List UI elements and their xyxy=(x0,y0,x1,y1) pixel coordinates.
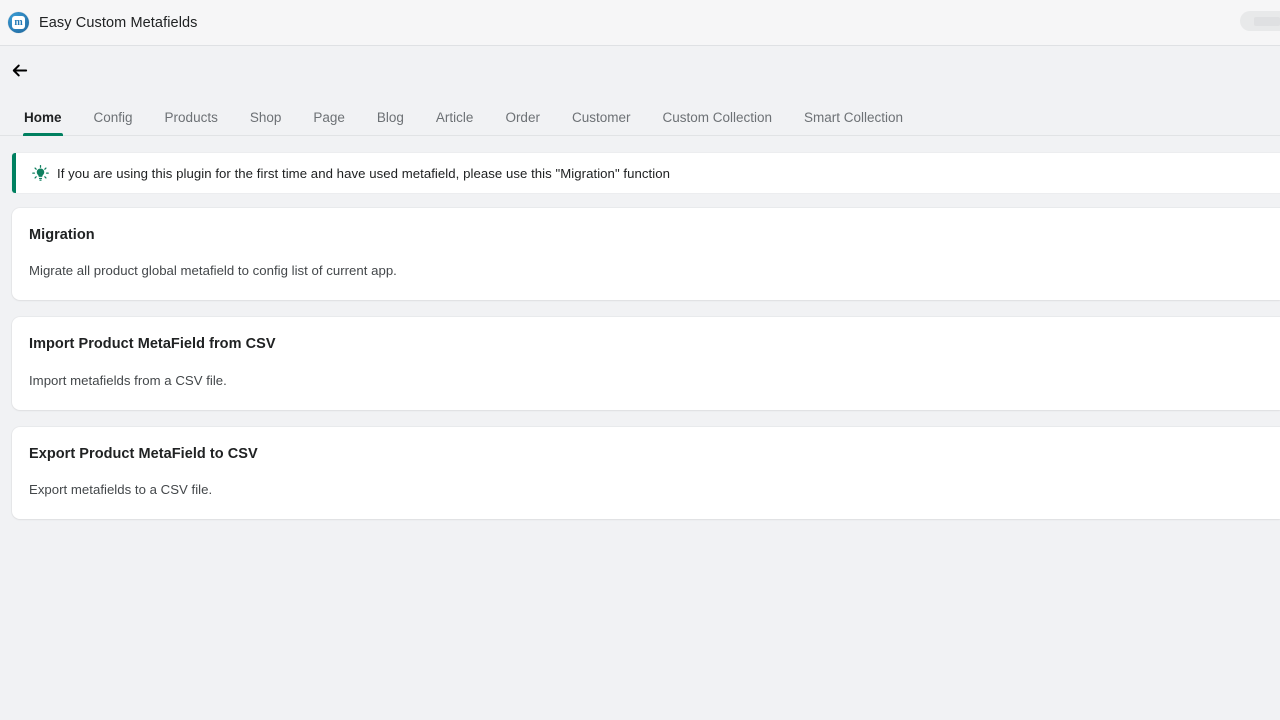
tab-label: Blog xyxy=(376,109,404,125)
migration-card[interactable]: Migration Migrate all product global met… xyxy=(12,208,1280,301)
tab-page[interactable]: Page xyxy=(313,109,345,136)
card-title: Import Product MetaField from CSV xyxy=(29,336,276,353)
back-row xyxy=(0,46,1280,94)
tab-config[interactable]: Config xyxy=(93,109,133,136)
tab-home[interactable]: Home xyxy=(23,109,63,136)
banner-text: If you are using this plugin for the fir… xyxy=(57,165,670,181)
card-body: Migrate all product global metafield to … xyxy=(29,263,397,279)
app-identity: m Easy Custom Metafields xyxy=(8,12,198,33)
loading-skeleton-block xyxy=(1254,17,1280,26)
back-button[interactable] xyxy=(4,55,34,85)
tab-label: Config xyxy=(93,109,133,125)
tab-label: Page xyxy=(313,109,345,125)
tab-label: Smart Collection xyxy=(804,109,904,125)
tab-article[interactable]: Article xyxy=(435,109,474,136)
app-logo-letter: m xyxy=(12,16,25,29)
arrow-left-icon xyxy=(12,64,27,76)
tab-label: Order xyxy=(505,109,540,125)
main-content: If you are using this plugin for the fir… xyxy=(0,136,1280,520)
tab-label: Shop xyxy=(249,109,282,125)
app-logo-icon: m xyxy=(8,12,29,33)
banner-accent-bar xyxy=(12,153,16,193)
tab-bar: Home Config Products Shop Page Blog Arti… xyxy=(0,94,1280,136)
card-title: Migration xyxy=(29,227,95,243)
card-title: Export Product MetaField to CSV xyxy=(29,445,258,462)
migration-info-banner: If you are using this plugin for the fir… xyxy=(12,153,1280,193)
card-body: Import metafields from a CSV file. xyxy=(29,372,227,388)
app-bar-actions xyxy=(1240,11,1280,31)
lightbulb-icon xyxy=(31,164,49,182)
tab-label: Custom Collection xyxy=(662,109,773,125)
tab-shop[interactable]: Shop xyxy=(249,109,282,136)
tab-label: Article xyxy=(435,109,474,125)
tab-smart-collection[interactable]: Smart Collection xyxy=(804,109,904,136)
export-csv-card[interactable]: Export Product MetaField to CSV Export m… xyxy=(12,426,1280,520)
tab-label: Customer xyxy=(571,109,631,125)
tab-label: Home xyxy=(24,109,62,125)
import-csv-card[interactable]: Import Product MetaField from CSV Import… xyxy=(12,317,1280,410)
tab-order[interactable]: Order xyxy=(505,109,540,136)
app-bar: m Easy Custom Metafields xyxy=(0,0,1280,46)
tab-products[interactable]: Products xyxy=(164,109,218,136)
tab-label: Products xyxy=(164,109,218,125)
tab-blog[interactable]: Blog xyxy=(376,109,404,136)
tab-custom-collection[interactable]: Custom Collection xyxy=(662,109,773,136)
app-title: Easy Custom Metafields xyxy=(39,14,198,31)
card-body: Export metafields to a CSV file. xyxy=(29,482,213,498)
tab-customer[interactable]: Customer xyxy=(571,109,631,136)
